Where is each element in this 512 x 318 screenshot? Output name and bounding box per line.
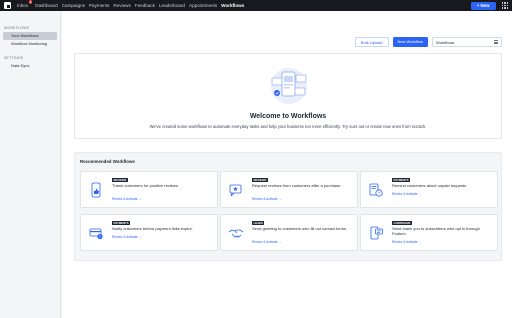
workflow-card[interactable]: LEADS Send greeting to customers who fil… bbox=[220, 214, 358, 251]
card-description: Thank customers for positive reviews. bbox=[112, 183, 179, 188]
nav-feedback[interactable]: Feedback bbox=[135, 0, 155, 11]
star-chat-icon bbox=[229, 184, 242, 197]
sidebar-item-data-sync[interactable]: Data Sync bbox=[3, 62, 57, 70]
new-button[interactable]: + New bbox=[470, 1, 496, 10]
sidebar: WORKFLOWS Your Workflows Workflow Monito… bbox=[0, 11, 61, 318]
bulk-upload-button[interactable]: Bulk Upload bbox=[354, 37, 389, 47]
nav-inbox[interactable]: Inbox 4 bbox=[17, 0, 33, 11]
podium-logo-icon[interactable] bbox=[4, 2, 11, 9]
card-description: Notify customers before payment links ex… bbox=[112, 226, 193, 231]
card-description: Request reviews from customers after a p… bbox=[252, 183, 342, 188]
card-tag: LEADS bbox=[252, 221, 265, 225]
nav-campaigns[interactable]: Campaigns bbox=[62, 0, 85, 11]
thumbs-up-phone-icon bbox=[91, 182, 101, 198]
workflow-illustration-icon bbox=[271, 68, 307, 104]
welcome-title: Welcome to Workflows bbox=[249, 113, 327, 120]
card-tag: CAMPAIGNS bbox=[392, 221, 412, 225]
phone-message-icon bbox=[370, 226, 383, 240]
nav-payments[interactable]: Payments bbox=[89, 0, 109, 11]
workflow-card[interactable]: CAMPAIGNS Send thank you to subscribers … bbox=[360, 214, 498, 251]
welcome-subtitle: We've created some workflows to automate… bbox=[149, 124, 427, 129]
nav-dashboard[interactable]: Dashboard bbox=[35, 0, 57, 11]
inbox-badge: 4 bbox=[28, 0, 33, 4]
card-tag: REVIEWS bbox=[252, 178, 268, 182]
card-description: Send thank you to subscribers who opt in… bbox=[392, 226, 480, 236]
top-right-actions: + New bbox=[470, 1, 508, 10]
card-description: Remind customers about unpaid requests. bbox=[392, 183, 468, 188]
handshake-icon bbox=[228, 229, 244, 238]
nav-leaderboard[interactable]: Leaderboard bbox=[159, 0, 185, 11]
review-activate-link[interactable]: Review & Activate → bbox=[252, 197, 282, 201]
card-description: Send greeting to customers who fill out … bbox=[252, 226, 348, 231]
nav-reviews[interactable]: Reviews bbox=[113, 0, 130, 11]
invoice-clock-icon bbox=[369, 183, 383, 197]
nav-workflows[interactable]: Workflows bbox=[221, 0, 244, 11]
workflows-select[interactable]: Workflows bbox=[432, 37, 502, 47]
workflow-card[interactable]: REVIEWS Request reviews from customers a… bbox=[220, 171, 358, 208]
sidebar-item-workflow-monitoring[interactable]: Workflow Monitoring bbox=[3, 40, 57, 48]
workflow-card[interactable]: PAYMENTS Notify customers before payment… bbox=[80, 214, 218, 251]
workflow-card[interactable]: PAYMENTS Remind customers about unpaid r… bbox=[360, 171, 498, 208]
card-tag: PAYMENTS bbox=[392, 178, 411, 182]
review-activate-link[interactable]: Review & Activate → bbox=[112, 235, 142, 239]
main-content: Bulk Upload New Workflow Workflows Welco… bbox=[62, 11, 512, 318]
workflow-card[interactable]: REVIEWS Thank customers for positive rev… bbox=[80, 171, 218, 208]
top-nav: Inbox 4 Dashboard Campaigns Payments Revi… bbox=[0, 0, 512, 11]
nav-appointments[interactable]: Appointments bbox=[189, 0, 217, 11]
card-tag: REVIEWS bbox=[112, 178, 128, 182]
review-activate-link[interactable]: Review & Activate → bbox=[252, 240, 282, 244]
new-workflow-button[interactable]: New Workflow bbox=[392, 37, 428, 47]
review-activate-link[interactable]: Review & Activate → bbox=[392, 240, 422, 244]
menu-icon bbox=[494, 40, 498, 44]
recommended-title: Recommended Workflows bbox=[80, 159, 135, 164]
workflows-select-value: Workflows bbox=[436, 39, 455, 45]
card-alert-icon bbox=[89, 228, 103, 240]
welcome-panel: Welcome to Workflows We've created some … bbox=[74, 53, 502, 139]
recommended-workflows-panel: Recommended Workflows REVIEWS Thank cust… bbox=[74, 152, 502, 261]
card-tag: PAYMENTS bbox=[112, 221, 131, 225]
review-activate-link[interactable]: Review & Activate → bbox=[392, 192, 422, 196]
apps-grid-icon[interactable] bbox=[501, 2, 508, 9]
sidebar-item-your-workflows[interactable]: Your Workflows bbox=[3, 32, 57, 40]
toolbar: Bulk Upload New Workflow Workflows bbox=[354, 37, 502, 47]
sidebar-heading-workflows: WORKFLOWS bbox=[4, 26, 30, 30]
review-activate-link[interactable]: Review & Activate → bbox=[112, 197, 142, 201]
sidebar-heading-settings: SETTINGS bbox=[4, 56, 24, 60]
